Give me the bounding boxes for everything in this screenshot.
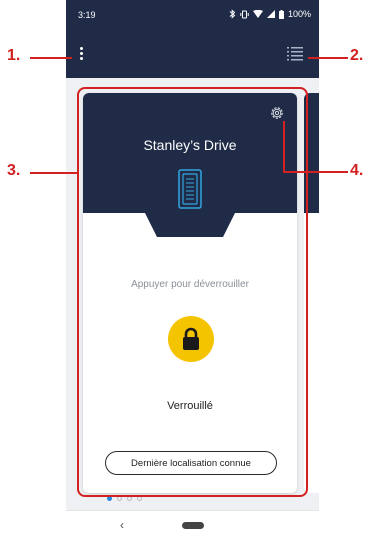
annotation-3: 3. xyxy=(7,162,21,179)
annotation-2: 2. xyxy=(350,47,364,64)
kebab-menu-icon[interactable] xyxy=(78,47,84,63)
status-bar: 3:19 100% xyxy=(66,0,319,30)
back-chevron-icon[interactable]: ‹ xyxy=(120,518,124,532)
annotation-4: 4. xyxy=(350,162,364,179)
battery-percent: 100% xyxy=(287,9,311,19)
bluetooth-icon xyxy=(229,9,236,19)
status-time: 3:19 xyxy=(78,10,96,20)
signal-icon xyxy=(266,10,275,18)
wifi-icon xyxy=(252,10,263,18)
annotation-1-line xyxy=(30,57,72,59)
annotation-3-line xyxy=(30,172,78,174)
annotation-1: 1. xyxy=(7,47,21,64)
annotation-2-line xyxy=(308,57,348,59)
system-nav-bar: ‹ xyxy=(66,510,319,540)
home-pill[interactable] xyxy=(182,522,204,529)
battery-icon xyxy=(278,9,284,19)
list-icon[interactable] xyxy=(287,47,303,61)
card-highlight-frame xyxy=(77,87,308,497)
app-bar xyxy=(66,30,319,78)
vibrate-icon xyxy=(240,10,249,18)
status-icons: 100% xyxy=(229,9,311,19)
